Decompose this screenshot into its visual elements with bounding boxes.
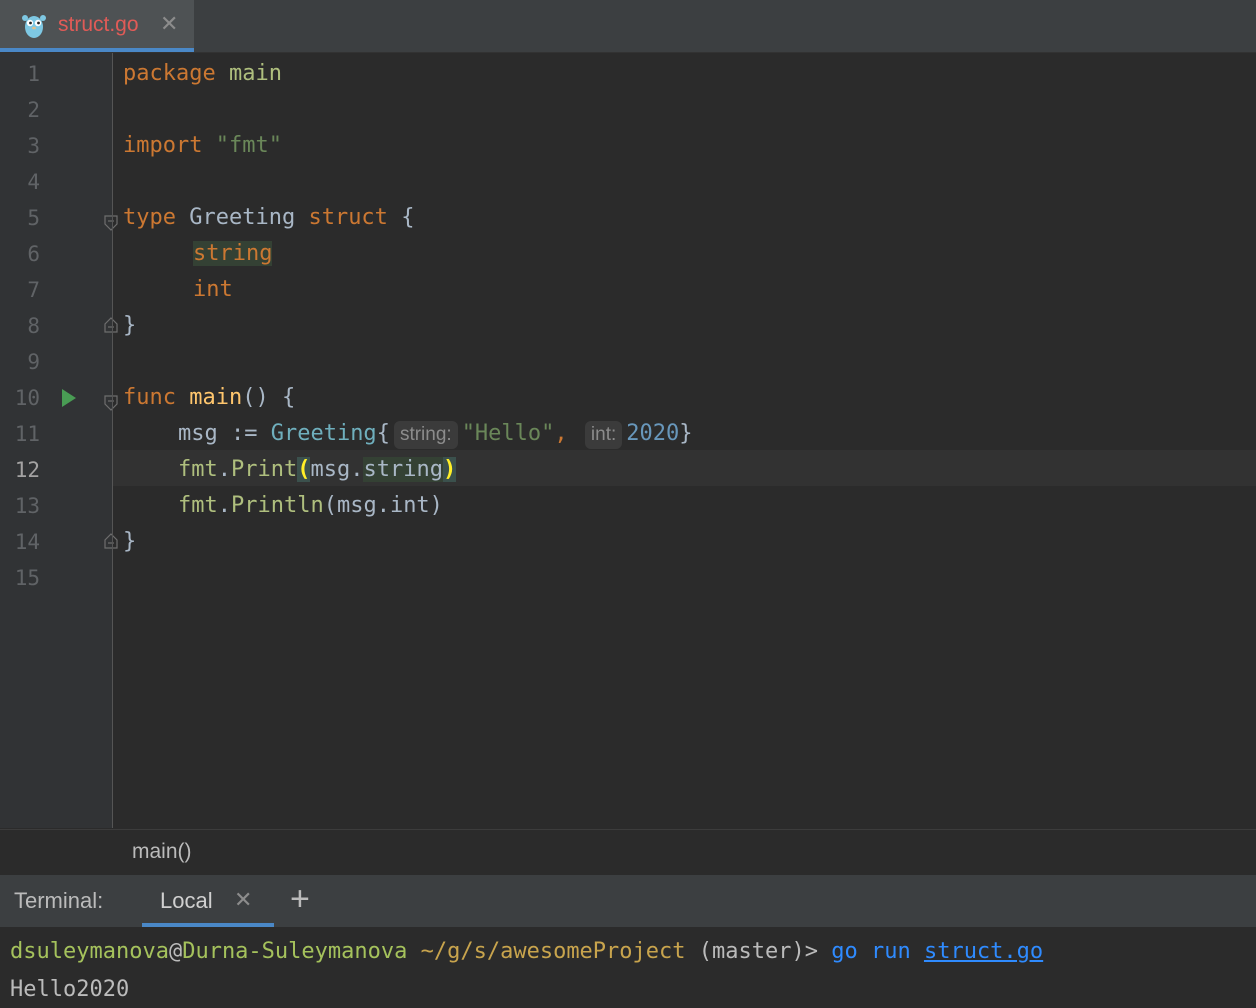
gutter-divider xyxy=(112,53,113,828)
keyword: type xyxy=(123,205,176,230)
new-terminal-plus-icon[interactable]: + xyxy=(290,881,310,917)
go-gopher-icon xyxy=(22,15,46,38)
line-number: 14 xyxy=(14,530,40,554)
terminal-output-line: Hello2020 xyxy=(10,977,130,1002)
code-line-7: int xyxy=(193,272,233,308)
brace: } xyxy=(123,529,137,554)
line-number: 7 xyxy=(27,278,40,302)
breadcrumb-item-main[interactable]: main() xyxy=(132,840,192,864)
number-literal: 2020 xyxy=(626,421,680,446)
tab-struct-go[interactable]: struct.go ✕ xyxy=(0,0,194,52)
fold-end-icon[interactable] xyxy=(104,317,118,333)
keyword: func xyxy=(123,385,176,410)
fold-collapse-icon[interactable] xyxy=(104,215,118,231)
command-text: go run xyxy=(831,939,924,964)
package-ref: fmt xyxy=(178,493,218,518)
type-name: Greeting xyxy=(189,205,296,230)
brace: } xyxy=(679,421,693,446)
string-literal: "fmt" xyxy=(215,133,282,158)
editor-tab-bar: struct.go ✕ xyxy=(0,0,1256,53)
keyword: struct xyxy=(308,205,388,230)
terminal-output[interactable]: dsuleymanova@Durna-Suleymanova ~/g/s/awe… xyxy=(0,927,1256,1002)
line-number-current: 12 xyxy=(14,458,40,482)
prompt-user: dsuleymanova xyxy=(10,939,169,964)
line-number: 9 xyxy=(27,350,40,374)
code-line-5: type Greeting struct { xyxy=(123,200,414,236)
prompt-branch: (master)> xyxy=(685,939,832,964)
code-line-8: } xyxy=(123,308,136,344)
keyword: package xyxy=(123,61,216,86)
var-assign: msg := xyxy=(178,421,271,446)
terminal-header: Terminal: Local ✕ + xyxy=(0,875,1256,927)
field-type: string xyxy=(193,241,273,266)
param-hint-int: int: xyxy=(584,421,623,449)
line-number: 11 xyxy=(14,422,40,446)
code-line-6: string xyxy=(193,236,273,272)
matched-paren: ( xyxy=(297,457,311,482)
package-ref: fmt xyxy=(178,457,218,482)
line-number: 1 xyxy=(27,62,40,86)
line-number: 4 xyxy=(27,170,40,194)
prompt-host: Durna-Suleymanova xyxy=(182,939,408,964)
editor-gutter: 1 2 3 4 5 6 7 8 9 10 11 12 13 14 15 xyxy=(0,53,118,828)
code-line-12: fmt.Print(msg.string) xyxy=(178,452,457,488)
breadcrumb: main() xyxy=(0,829,1256,875)
package-name: main xyxy=(228,61,282,86)
brace: } xyxy=(123,313,137,338)
terminal-tab-label: Local xyxy=(160,888,213,913)
tab-terminal-local[interactable]: Local ✕ xyxy=(142,875,274,927)
matched-paren: ) xyxy=(442,457,457,482)
type-ref: Greeting xyxy=(270,421,377,446)
code-editor[interactable]: 1 2 3 4 5 6 7 8 9 10 11 12 13 14 15 pack… xyxy=(0,53,1256,828)
line-number: 10 xyxy=(14,386,40,410)
line-number: 5 xyxy=(27,206,40,230)
code-line-1: package main xyxy=(123,56,282,92)
line-number: 3 xyxy=(27,134,40,158)
function-name: main xyxy=(189,385,243,410)
run-gutter-icon[interactable] xyxy=(62,389,76,407)
comma: , xyxy=(554,421,568,446)
line-number: 6 xyxy=(27,242,40,266)
field-ref: string xyxy=(363,457,443,482)
tab-close-icon[interactable]: ✕ xyxy=(160,11,178,37)
code-line-13: fmt.Println(msg.int) xyxy=(178,488,443,524)
function-call: Print xyxy=(231,457,298,482)
line-number: 8 xyxy=(27,314,40,338)
function-call: Println xyxy=(231,493,324,518)
prompt-path: ~/g/s/awesomeProject xyxy=(407,939,686,964)
file-link[interactable]: struct.go xyxy=(924,939,1043,964)
keyword: import xyxy=(123,133,203,158)
terminal-prompt-line: dsuleymanova@Durna-Suleymanova ~/g/s/awe… xyxy=(10,934,1043,970)
code-punct: () { xyxy=(242,385,296,410)
code-line-11: msg := Greeting{string: "Hello", int: 2020… xyxy=(178,416,693,452)
dot: . xyxy=(217,493,231,518)
string-literal: "Hello" xyxy=(461,421,555,446)
arg: msg. xyxy=(310,457,364,482)
terminal-title: Terminal: xyxy=(14,888,104,913)
param-hint-string: string: xyxy=(393,421,458,449)
fold-end-icon[interactable] xyxy=(104,533,118,549)
line-number: 13 xyxy=(14,494,40,518)
close-icon[interactable]: ✕ xyxy=(234,887,252,913)
code-line-10: func main() { xyxy=(123,380,295,416)
brace: { xyxy=(401,205,415,230)
brace: { xyxy=(376,421,390,446)
args: (msg.int) xyxy=(323,493,443,518)
line-number: 2 xyxy=(27,98,40,122)
prompt-at: @ xyxy=(168,939,183,964)
tab-title: struct.go xyxy=(58,13,139,36)
code-line-3: import "fmt" xyxy=(123,128,282,164)
field-type: int xyxy=(193,277,233,302)
fold-collapse-icon[interactable] xyxy=(104,395,118,411)
line-number: 15 xyxy=(14,566,40,590)
code-line-14: } xyxy=(123,524,136,560)
dot: . xyxy=(217,457,231,482)
